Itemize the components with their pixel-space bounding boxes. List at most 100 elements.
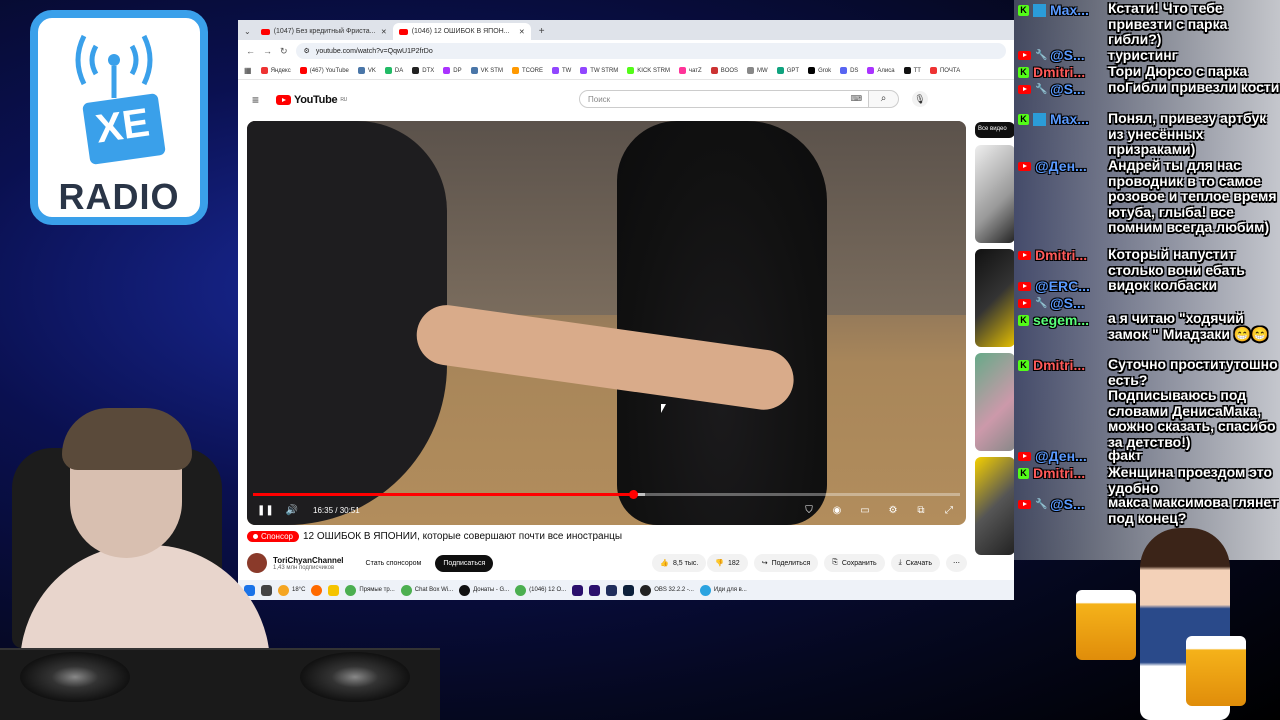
bookmarks-bar: ▦ Яндекс (467) YouTube VK DA DTX DP VK S… — [238, 62, 1014, 80]
reload-icon[interactable]: ↻ — [280, 46, 288, 57]
dislike-button[interactable]: 👎 182 — [707, 554, 748, 572]
miniplayer-icon[interactable]: ⧉ — [914, 505, 928, 516]
taskbar-app[interactable]: Прямые тр... — [345, 584, 395, 596]
bookmark[interactable]: ПОЧТА — [929, 67, 960, 74]
chat-author: K Dmitri... — [1018, 464, 1085, 482]
back-icon[interactable]: ← — [246, 46, 255, 56]
audition-button[interactable] — [606, 584, 618, 596]
keyboard-icon[interactable]: ⌨ — [850, 94, 862, 103]
more-actions-button[interactable]: ⋯ — [946, 554, 967, 572]
task-view-button[interactable] — [261, 584, 272, 596]
sponsor-badge[interactable]: Спонсор — [247, 531, 299, 542]
premiere-button[interactable] — [572, 584, 584, 596]
search-input[interactable]: Поиск ⌨ — [579, 90, 869, 108]
autoplay-icon[interactable]: ◉ — [830, 505, 844, 516]
related-thumbnail[interactable] — [975, 457, 1014, 555]
join-button[interactable]: Стать спонсором — [357, 554, 430, 572]
bookmark[interactable]: TT — [903, 67, 921, 74]
related-thumbnail[interactable] — [975, 145, 1014, 243]
subtitles-icon[interactable]: ▭ — [858, 505, 872, 516]
chat-author: 🔧 @S... — [1018, 46, 1085, 64]
youtube-icon — [1018, 298, 1031, 308]
bookmark[interactable]: DP — [443, 67, 462, 74]
weather-widget[interactable]: 18°C — [278, 584, 305, 596]
related-thumbnail[interactable] — [975, 353, 1014, 451]
bookmark[interactable]: Алиса — [867, 67, 895, 74]
bookmark[interactable]: KICK STRM — [627, 67, 670, 74]
youtube-favicon-icon — [398, 28, 408, 35]
bookmark[interactable]: чатZ — [678, 67, 702, 74]
chat-username: @Ден... — [1035, 448, 1087, 464]
bookmark-label: Алиса — [877, 67, 895, 74]
youtube-region: RU — [340, 97, 347, 103]
menu-icon[interactable]: ≡ — [252, 93, 264, 107]
close-icon[interactable]: ✕ — [381, 28, 387, 36]
related-thumbnail[interactable] — [975, 249, 1014, 347]
bookmark[interactable]: Яндекс — [260, 67, 291, 74]
search-button[interactable]: ⌕ — [869, 90, 899, 108]
chat-message: Андрей ты для нас проводник в то самое р… — [1108, 157, 1277, 235]
video-player[interactable]: ❚❚ 🔊 16:35 / 30:51 ⛉ ◉ ▭ ⚙ ⧉ ⤢ — [247, 121, 966, 525]
bookmark[interactable]: TW — [551, 67, 572, 74]
taskbar-app[interactable]: Донаты - G... — [459, 584, 509, 596]
bookmark[interactable]: BOOS — [710, 67, 738, 74]
mouse-cursor-icon — [661, 404, 666, 413]
avatar[interactable] — [247, 553, 267, 573]
bookmark[interactable]: DS — [840, 67, 858, 74]
time-display: 16:35 / 30:51 — [313, 505, 360, 515]
chat-author: 🔧 @S... — [1018, 495, 1085, 513]
download-button[interactable]: ⤓ Скачать — [890, 554, 940, 572]
wrench-icon: 🔧 — [1035, 49, 1048, 61]
search-placeholder: Поиск — [588, 94, 611, 104]
bookmark[interactable]: VK — [357, 67, 376, 74]
site-info-icon[interactable]: ⚙ — [304, 47, 310, 55]
bookmark[interactable]: DA — [384, 67, 403, 74]
premiere-button[interactable] — [589, 584, 601, 596]
folder-icon — [328, 584, 340, 596]
like-button[interactable]: 👍 8,5 тыс. — [652, 554, 707, 572]
save-button[interactable]: ⎘ Сохранить — [824, 554, 885, 572]
fullscreen-icon[interactable]: ⤢ — [942, 505, 956, 516]
bookmark[interactable]: TW STRM — [580, 67, 618, 74]
bookmark[interactable]: DTX — [412, 67, 434, 74]
settings-icon[interactable]: ⚙ — [886, 505, 900, 516]
tab-menu-icon[interactable]: ⌄ — [244, 27, 255, 40]
channel-name[interactable]: ToriChyanChannel — [273, 556, 344, 565]
chat-message: Женщина проездом это удобно — [1108, 464, 1273, 496]
new-tab-button[interactable]: + — [531, 26, 553, 40]
taskbar-app[interactable]: Иди для в... — [699, 584, 747, 596]
volume-icon[interactable]: 🔊 — [285, 505, 299, 516]
youtube-icon — [1018, 451, 1031, 461]
address-bar[interactable]: ⚙ youtube.com/watch?v=QqwU1P2frDo — [295, 43, 1006, 59]
taskbar-app[interactable]: OBS 32.2.2 -... — [640, 584, 694, 596]
close-icon[interactable]: ✕ — [519, 28, 525, 36]
bookmark-label: TW — [561, 67, 572, 74]
tab-2[interactable]: (1046) 12 ОШИБОК В ЯПОН... ✕ — [392, 23, 531, 40]
subscribe-button[interactable]: Подписаться — [435, 554, 494, 572]
bookmark-icon: ⎘ — [832, 559, 838, 566]
mic-button[interactable]: 🎙 — [912, 91, 928, 107]
bookmark-label: Яндекс — [270, 67, 291, 74]
taskbar-app[interactable]: Chat Box Wi... — [400, 584, 453, 596]
explorer-button[interactable] — [328, 584, 340, 596]
browser-toolbar: ← → ↻ ⚙ youtube.com/watch?v=QqwU1P2frDo — [238, 40, 1014, 62]
bookmark[interactable]: Grok — [808, 67, 831, 74]
bookmark[interactable]: MW — [747, 67, 768, 74]
streamer-hair — [62, 408, 192, 470]
tab-1[interactable]: (1047) Без кредитный Фриста... ✕ — [255, 23, 393, 40]
bookmark[interactable]: VK STM — [470, 67, 503, 74]
chip-all-videos[interactable]: Все видео — [975, 122, 1014, 138]
firefox-button[interactable] — [311, 584, 323, 596]
kick-icon: K — [1018, 467, 1029, 479]
forward-icon[interactable]: → — [263, 46, 272, 56]
share-button[interactable]: ↪ Поделиться — [753, 554, 819, 572]
bookmark[interactable]: TCORE — [511, 67, 543, 74]
pause-icon[interactable]: ❚❚ — [257, 505, 274, 516]
bookmark[interactable]: GPT — [776, 67, 799, 74]
youtube-logo[interactable]: YouTube RU — [276, 94, 347, 106]
shield-icon[interactable]: ⛉ — [802, 505, 816, 516]
taskbar-app[interactable]: (1046) 12 О... — [515, 584, 566, 596]
apps-icon[interactable]: ▦ — [244, 66, 252, 75]
bookmark[interactable]: (467) YouTube — [299, 67, 349, 74]
photoshop-button[interactable] — [623, 584, 635, 596]
